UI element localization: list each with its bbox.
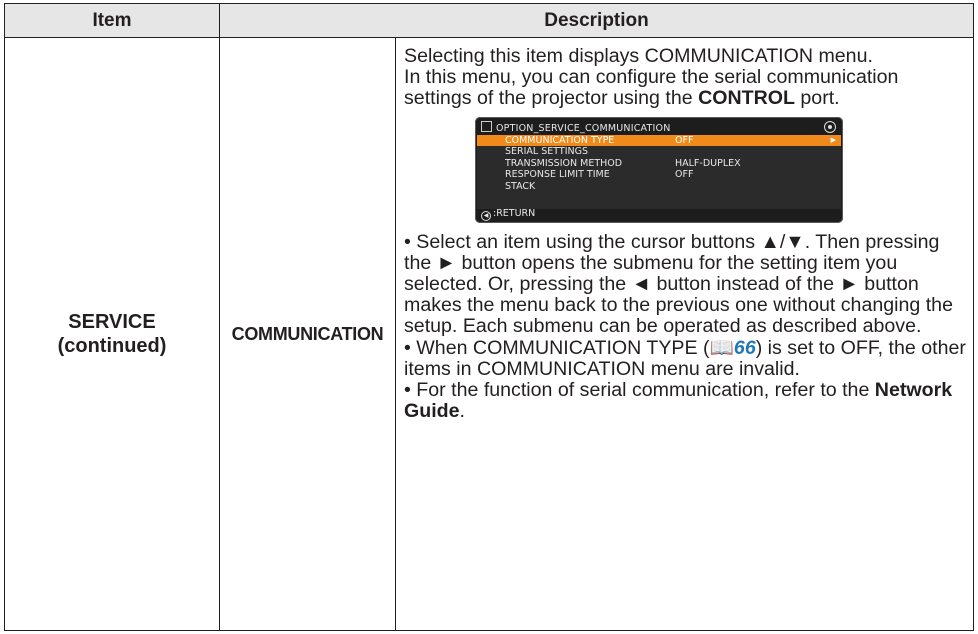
osd-item-serial-settings[interactable]: SERIAL SETTINGS bbox=[477, 146, 841, 158]
manual-table: Item Description SERVICE (continued) COM… bbox=[4, 3, 974, 631]
item-name: SERVICE bbox=[68, 311, 156, 333]
para3-text: • When COMMUNICATION TYPE ( bbox=[404, 336, 710, 359]
description-para-3: • When COMMUNICATION TYPE (📖66) is set t… bbox=[404, 336, 967, 380]
page-reference[interactable]: 66 bbox=[734, 337, 756, 359]
table-header-row: Item Description bbox=[4, 3, 974, 38]
osd-title: OPTION_SERVICE_COMMUNICATION bbox=[481, 120, 671, 135]
sub-item-cell: COMMUNICATION bbox=[219, 37, 396, 631]
osd-item-response-limit-time[interactable]: RESPONSE LIMIT TIME OFF bbox=[477, 169, 841, 181]
description-para-2: • Select an item using the cursor button… bbox=[404, 230, 953, 338]
osd-item-value: OFF bbox=[675, 169, 694, 181]
osd-menu-screenshot: OPTION_SERVICE_COMMUNICATION COMMUNICATI… bbox=[475, 116, 843, 223]
description-para-4: • For the function of serial communicati… bbox=[404, 379, 967, 423]
arrow-right-icon: ▶ bbox=[830, 135, 836, 144]
description-para-1b: In this menu, you can configure the seri… bbox=[404, 67, 967, 110]
description-cell: Selecting this item displays COMMUNICATI… bbox=[395, 37, 974, 631]
osd-item-value: OFF bbox=[675, 134, 694, 146]
focus-icon bbox=[824, 120, 836, 133]
para4-text: • For the function of serial communicati… bbox=[404, 379, 875, 402]
item-name-continued: (continued) bbox=[57, 335, 167, 357]
description-para-1a: Selecting this item displays COMMUNICATI… bbox=[404, 45, 873, 67]
header-item: Item bbox=[4, 3, 220, 38]
osd-item-stack[interactable]: STACK bbox=[477, 181, 841, 193]
osd-item-label: SERIAL SETTINGS bbox=[505, 146, 589, 158]
header-description: Description bbox=[219, 3, 974, 38]
osd-item-communication-type[interactable]: COMMUNICATION TYPE OFF ▶ bbox=[477, 134, 841, 147]
osd-title-text: OPTION_SERVICE_COMMUNICATION bbox=[496, 122, 671, 134]
osd-item-label: TRANSMISSION METHOD bbox=[505, 157, 623, 169]
book-icon: 📖 bbox=[709, 336, 734, 359]
para1-text-end: port. bbox=[794, 87, 840, 110]
osd-item-label: COMMUNICATION TYPE bbox=[505, 134, 615, 146]
table-row: SERVICE (continued) COMMUNICATION Select… bbox=[4, 37, 974, 631]
osd-item-label: RESPONSE LIMIT TIME bbox=[505, 169, 610, 181]
osd-list: COMMUNICATION TYPE OFF ▶ SERIAL SETTINGS T… bbox=[477, 134, 841, 209]
osd-item-value: HALF-DUPLEX bbox=[675, 157, 741, 169]
osd-return-label: :RETURN bbox=[493, 207, 536, 219]
para4-text-end: . bbox=[459, 400, 465, 423]
osd-item-label: STACK bbox=[505, 180, 536, 192]
left-arrow-key-icon: ◀ bbox=[481, 210, 491, 221]
osd-item-transmission-method[interactable]: TRANSMISSION METHOD HALF-DUPLEX bbox=[477, 158, 841, 170]
control-port-label: CONTROL bbox=[698, 87, 795, 110]
item-cell: SERVICE (continued) bbox=[4, 37, 220, 631]
menu-icon bbox=[481, 120, 492, 132]
osd-return[interactable]: ◀:RETURN bbox=[481, 207, 536, 221]
